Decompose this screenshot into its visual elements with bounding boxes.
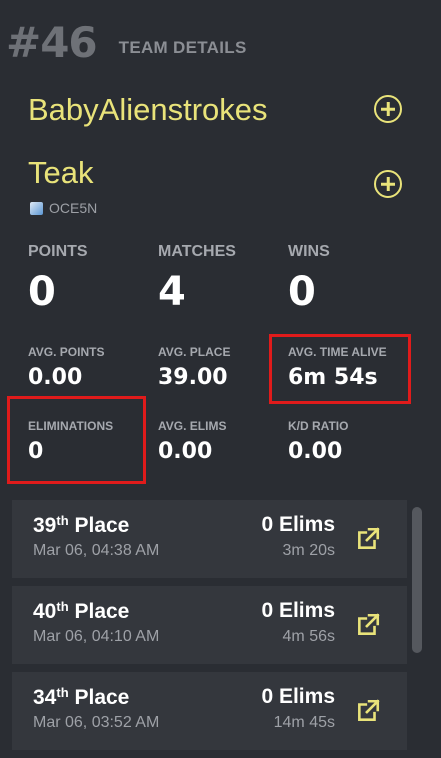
match-time: 4m 56s: [282, 628, 335, 645]
avg-elims-label: AVG. ELIMS: [158, 419, 227, 433]
platform-icon: [30, 201, 43, 215]
match-date: Mar 06, 03:52 AM: [33, 714, 160, 731]
page-title: TEAM DETAILS: [118, 38, 247, 57]
matches-value: 4: [158, 269, 186, 315]
match-time: 3m 20s: [282, 542, 335, 559]
match-date: Mar 06, 04:10 AM: [33, 628, 160, 645]
match-card[interactable]: 34th Place Mar 06, 03:52 AM 0 Elims 14m …: [12, 672, 407, 750]
highlight-box-eliminations: [7, 396, 146, 484]
wins-label: WINS: [288, 243, 330, 260]
avg-place-value: 39.00: [158, 365, 228, 390]
kd-ratio-value: 0.00: [288, 439, 343, 464]
scrollbar-thumb[interactable]: [412, 507, 422, 653]
player-name-1[interactable]: BabyAlienstrokes: [28, 92, 268, 128]
points-value: 0: [28, 269, 56, 315]
external-link-icon[interactable]: [355, 612, 381, 638]
match-elims: 0 Elims: [261, 513, 335, 536]
avg-points-value: 0.00: [28, 365, 83, 390]
match-card[interactable]: 40th Place Mar 06, 04:10 AM 0 Elims 4m 5…: [12, 586, 407, 664]
add-player-1-plus-circle-icon[interactable]: [374, 95, 402, 123]
match-date: Mar 06, 04:38 AM: [33, 542, 160, 559]
match-elims: 0 Elims: [261, 599, 335, 622]
external-link-icon[interactable]: [355, 526, 381, 552]
match-time: 14m 45s: [273, 714, 335, 731]
match-list: 39th Place Mar 06, 04:38 AM 0 Elims 3m 2…: [12, 500, 407, 758]
avg-place-label: AVG. PLACE: [158, 345, 231, 359]
add-player-2-plus-circle-icon[interactable]: [374, 170, 402, 198]
match-place: 34th Place: [33, 685, 130, 709]
avg-elims-value: 0.00: [158, 439, 213, 464]
external-link-icon[interactable]: [355, 698, 381, 724]
avg-points-label: AVG. POINTS: [28, 345, 105, 359]
match-elims: 0 Elims: [261, 685, 335, 708]
matches-label: MATCHES: [158, 243, 236, 260]
kd-ratio-label: K/D RATIO: [288, 419, 349, 433]
player-platform: OCE5N: [30, 200, 97, 216]
highlight-box-avg-time-alive: [269, 334, 411, 404]
wins-value: 0: [288, 269, 316, 315]
match-place: 40th Place: [33, 599, 130, 623]
header: #46 TEAM DETAILS: [6, 20, 247, 66]
team-rank: #46: [6, 18, 98, 67]
match-card[interactable]: 39th Place Mar 06, 04:38 AM 0 Elims 3m 2…: [12, 500, 407, 578]
player-name-2[interactable]: Teak: [28, 155, 93, 191]
points-label: POINTS: [28, 243, 88, 260]
platform-label: OCE5N: [49, 200, 98, 216]
match-place: 39th Place: [33, 513, 130, 537]
